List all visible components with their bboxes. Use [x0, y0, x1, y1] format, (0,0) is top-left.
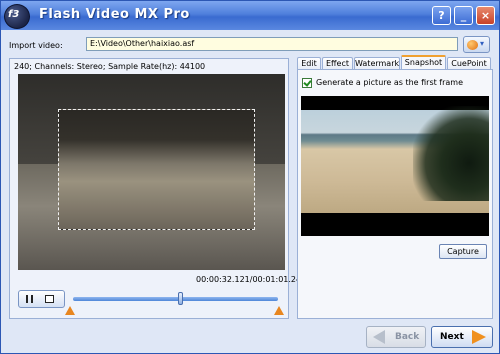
window-title: Flash Video MX Pro: [39, 7, 190, 22]
browse-button[interactable]: ▾: [463, 36, 490, 53]
playback-controls[interactable]: [18, 290, 65, 308]
close-button[interactable]: ×: [476, 6, 495, 25]
trim-start-marker[interactable]: [65, 306, 75, 315]
chevron-down-icon: ▾: [480, 39, 485, 48]
next-button[interactable]: Next: [431, 326, 493, 348]
first-frame-checkbox[interactable]: [302, 78, 312, 88]
trim-end-marker[interactable]: [274, 306, 284, 315]
first-frame-checkbox-label[interactable]: Generate a picture as the first frame: [316, 78, 463, 87]
back-button[interactable]: Back: [366, 326, 426, 348]
crop-selection[interactable]: [58, 109, 255, 230]
app-window: f3 Flash Video MX Pro ? _ × Import video…: [0, 0, 500, 354]
stop-icon[interactable]: [45, 295, 54, 303]
title-bar[interactable]: f3 Flash Video MX Pro ? _ ×: [1, 1, 499, 30]
pause-icon[interactable]: [26, 295, 33, 303]
back-button-label: Back: [395, 332, 420, 342]
capture-button[interactable]: Capture: [439, 244, 487, 259]
preview-panel: 240; Channels: Stereo; Sample Rate(hz): …: [9, 58, 306, 319]
back-arrow-icon: [373, 330, 385, 344]
timecode: 00:00:32.121/00:01:01.240: [196, 275, 307, 284]
seek-thumb[interactable]: [177, 292, 183, 305]
folder-open-icon: [467, 40, 478, 50]
minimize-button[interactable]: _: [454, 6, 473, 25]
media-info-text: 240; Channels: Stereo; Sample Rate(hz): …: [14, 62, 206, 71]
help-button[interactable]: ?: [432, 6, 451, 25]
next-button-label: Next: [440, 332, 464, 342]
snapshot-palm-shade: [413, 106, 489, 201]
snapshot-panel: Generate a picture as the first frame Ca…: [297, 69, 493, 319]
logo-text: f3: [8, 9, 20, 20]
import-video-input[interactable]: E:\Video\Other\haixiao.asf: [86, 37, 458, 51]
tab-snapshot[interactable]: Snapshot: [401, 55, 446, 70]
next-arrow-icon: [472, 330, 486, 344]
video-preview: [18, 74, 285, 270]
seek-track[interactable]: [73, 297, 278, 301]
import-video-label: Import video:: [9, 41, 63, 50]
app-logo-icon: f3: [4, 4, 30, 29]
snapshot-preview: [301, 96, 489, 236]
